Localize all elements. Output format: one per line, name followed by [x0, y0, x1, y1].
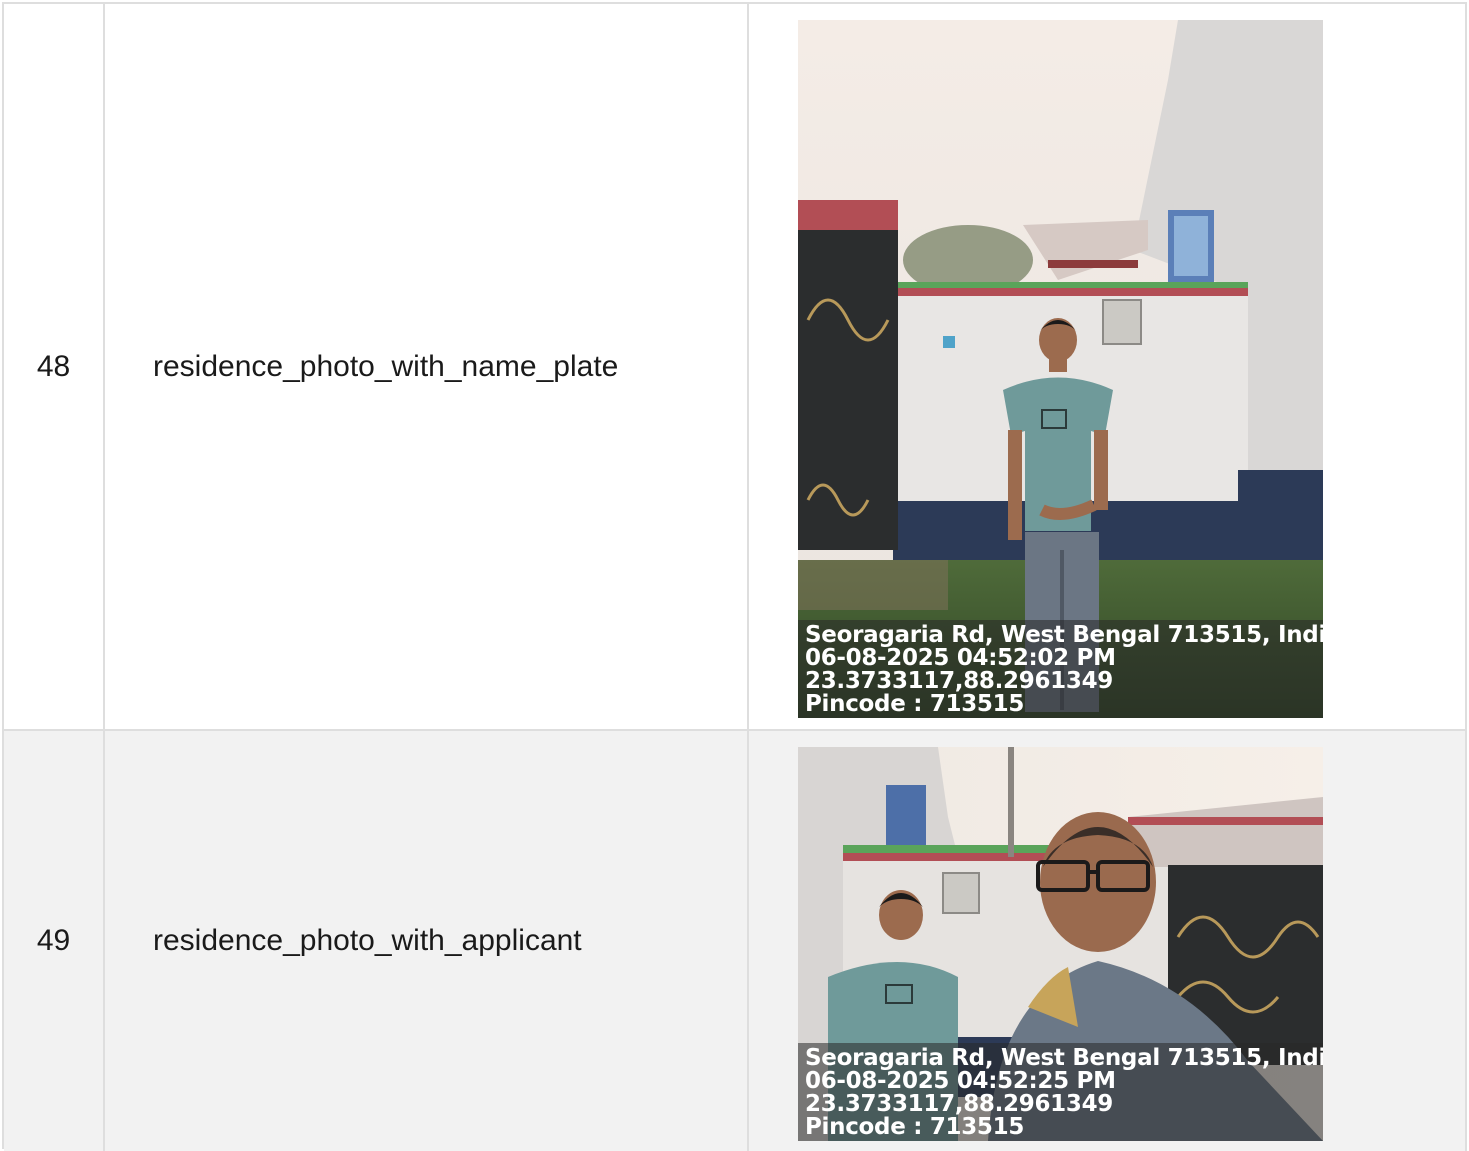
row-number: 48 [36, 349, 71, 383]
photo-geotag-overlay: Seoragaria Rd, West Bengal 713515, India… [798, 620, 1323, 718]
photo-geotag-overlay: Seoragaria Rd, West Bengal 713515, India… [798, 1043, 1323, 1141]
row-number-cell: 49 [4, 731, 105, 1151]
photo-pincode: Pincode : 713515 [805, 1116, 1025, 1139]
photo-address: Seoragaria Rd, West Bengal 713515, India… [805, 1047, 1323, 1070]
photo-cell: Seoragaria Rd, West Bengal 713515, India… [749, 731, 1467, 1151]
row-number-cell: 48 [4, 4, 105, 729]
field-name: residence_photo_with_applicant [153, 924, 582, 957]
residence-photo[interactable]: Seoragaria Rd, West Bengal 713515, India… [798, 747, 1323, 1141]
row-number: 49 [36, 924, 71, 957]
photo-address: Seoragaria Rd, West Bengal 713515, India… [805, 624, 1323, 647]
documents-table: 48 residence_photo_with_name_plate Seora… [2, 2, 1467, 1151]
residence-photo[interactable]: Seoragaria Rd, West Bengal 713515, India… [798, 20, 1323, 718]
photo-coords: 23.3733117,88.2961349 [805, 670, 1113, 693]
photo-cell: Seoragaria Rd, West Bengal 713515, India… [749, 4, 1467, 729]
photo-coords: 23.3733117,88.2961349 [805, 1093, 1113, 1116]
residence-photo-image [798, 20, 1323, 718]
photo-datetime: 06-08-2025 04:52:25 PM [805, 1070, 1116, 1093]
photo-datetime: 06-08-2025 04:52:02 PM [805, 647, 1116, 670]
field-name-cell: residence_photo_with_name_plate [105, 4, 749, 729]
photo-pincode: Pincode : 713515 [805, 693, 1025, 716]
field-name: residence_photo_with_name_plate [153, 349, 619, 383]
field-name-cell: residence_photo_with_applicant [105, 731, 749, 1151]
table-row: 49 residence_photo_with_applicant Seorag… [4, 731, 1467, 1151]
table-row: 48 residence_photo_with_name_plate Seora… [4, 4, 1467, 731]
